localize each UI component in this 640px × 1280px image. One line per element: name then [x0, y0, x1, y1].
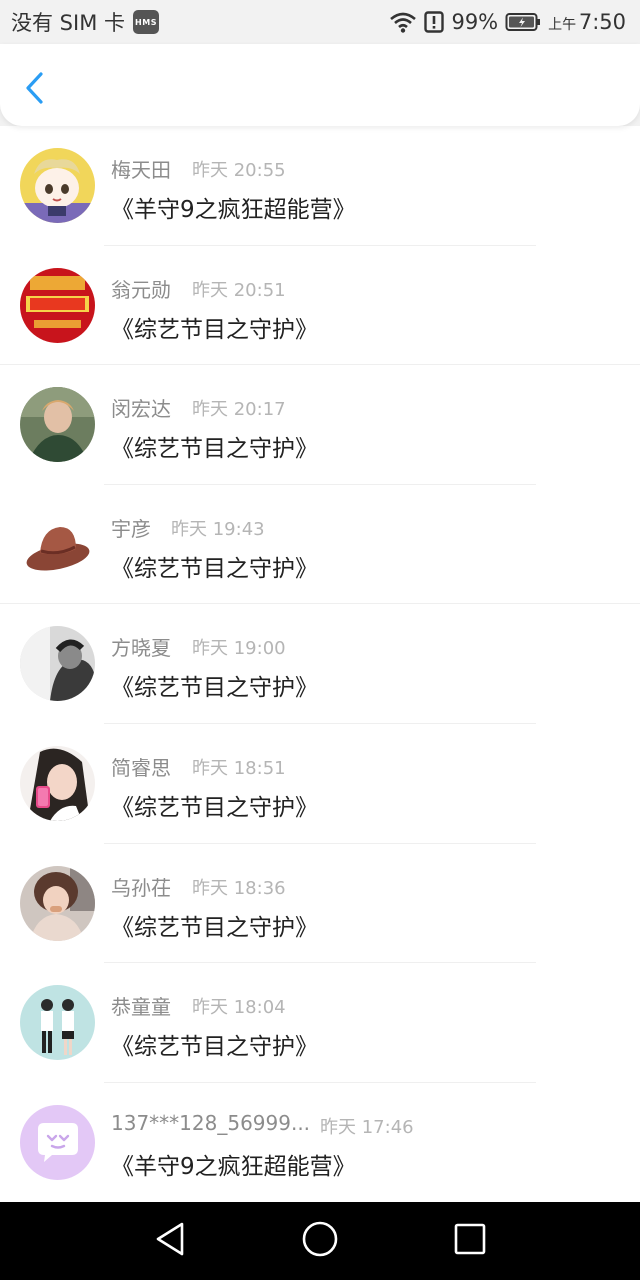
row-time: 昨天 20:55 [192, 160, 286, 181]
alert-icon [424, 11, 445, 33]
list-item[interactable]: 137***128_56999... 昨天 17:46 《羊守9之疯狂超能营》 [0, 1083, 640, 1202]
avatar [20, 626, 95, 702]
chevron-left-icon [23, 71, 45, 109]
list-item[interactable]: 恭童童 昨天 18:04 《综艺节目之守护》 [0, 963, 640, 1083]
status-bar: 没有 SIM 卡 HMS 99% 上午 7:50 [0, 0, 640, 44]
avatar [20, 865, 95, 941]
row-name: 恭童童 [111, 995, 171, 1020]
status-left: 没有 SIM 卡 HMS [11, 7, 159, 37]
avatar [20, 1104, 95, 1180]
carrier-text: 没有 SIM 卡 [11, 11, 125, 35]
status-right: 99% 上午 7:50 [389, 10, 626, 34]
row-time: 昨天 18:04 [192, 997, 286, 1019]
avatar [20, 148, 95, 223]
row-title: 《羊守9之疯狂超能营》 [111, 197, 356, 223]
avatar [20, 267, 95, 343]
time-prefix: 上午 [548, 17, 577, 33]
row-title: 《综艺节目之守护》 [111, 914, 318, 941]
row-title: 《综艺节目之守护》 [111, 316, 318, 343]
message-list: 梅天田 昨天 20:55 《羊守9之疯狂超能营》 翁元勋 昨天 20:51 《综… [0, 126, 640, 1202]
row-time: 昨天 18:36 [192, 877, 286, 899]
row-time: 昨天 18:51 [192, 757, 286, 779]
row-time: 昨天 19:43 [171, 518, 265, 540]
row-time: 昨天 19:00 [192, 638, 286, 660]
hms-badge: HMS [133, 10, 159, 34]
row-name: 乌孙茌 [111, 875, 171, 900]
avatar [20, 506, 95, 582]
list-item[interactable]: 宇彦 昨天 19:43 《综艺节目之守护》 [0, 485, 640, 605]
header [0, 44, 640, 126]
navigation-bar [0, 1202, 640, 1280]
nav-recents-button[interactable] [440, 1211, 500, 1271]
nav-back-button[interactable] [140, 1211, 200, 1271]
row-time: 昨天 20:17 [192, 399, 286, 421]
back-triangle-icon [153, 1221, 187, 1261]
row-time: 昨天 20:51 [192, 279, 286, 301]
avatar [20, 387, 95, 463]
row-name: 简睿思 [111, 755, 171, 780]
nav-home-button[interactable] [290, 1211, 350, 1271]
avatar [20, 745, 95, 821]
row-time: 昨天 17:46 [320, 1116, 414, 1138]
wifi-icon [389, 11, 417, 33]
row-title: 《综艺节目之守护》 [111, 1034, 318, 1061]
row-name: 137***128_56999... [111, 1110, 311, 1135]
back-button[interactable] [18, 70, 50, 110]
row-name: 翁元勋 [111, 277, 171, 302]
list-item[interactable]: 闵宏达 昨天 20:17 《综艺节目之守护》 [0, 365, 640, 485]
row-name: 梅天田 [111, 158, 171, 182]
row-title: 《综艺节目之守护》 [111, 555, 318, 582]
row-name: 宇彦 [111, 516, 151, 541]
list-item[interactable]: 乌孙茌 昨天 18:36 《综艺节目之守护》 [0, 844, 640, 964]
list-item[interactable]: 翁元勋 昨天 20:51 《综艺节目之守护》 [0, 246, 640, 366]
battery-icon [505, 12, 541, 32]
list-item[interactable]: 简睿思 昨天 18:51 《综艺节目之守护》 [0, 724, 640, 844]
avatar [20, 985, 95, 1061]
recents-square-icon [453, 1222, 487, 1260]
battery-percent: 99% [451, 10, 499, 34]
row-name: 闵宏达 [111, 397, 171, 422]
row-title: 《综艺节目之守护》 [111, 436, 318, 463]
row-title: 《综艺节目之守护》 [111, 675, 318, 702]
row-title: 《羊守9之疯狂超能营》 [111, 1153, 356, 1180]
row-name: 方晓夏 [111, 636, 171, 661]
home-circle-icon [301, 1220, 339, 1262]
list-item[interactable]: 方晓夏 昨天 19:00 《综艺节目之守护》 [0, 604, 640, 724]
list-item[interactable]: 梅天田 昨天 20:55 《羊守9之疯狂超能营》 [0, 126, 640, 246]
row-title: 《综艺节目之守护》 [111, 794, 318, 821]
clock: 7:50 [578, 10, 626, 34]
